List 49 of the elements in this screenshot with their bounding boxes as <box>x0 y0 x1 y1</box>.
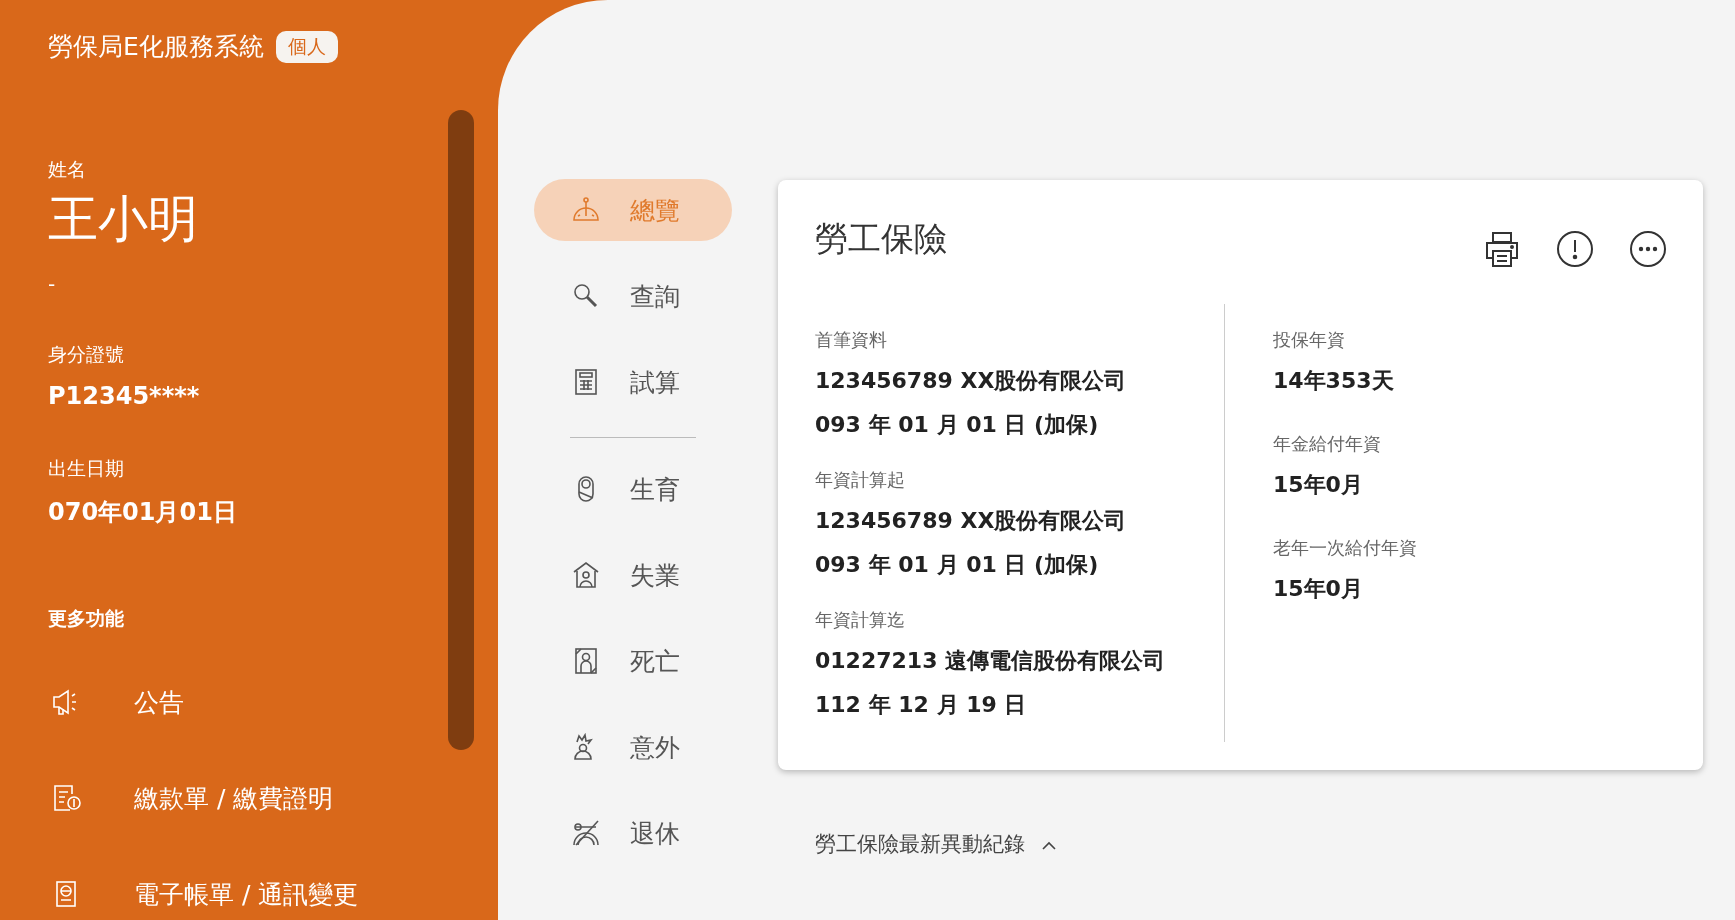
record-value: 01227213 遠傳電信股份有限公司 <box>815 647 1167 675</box>
bill-icon <box>52 784 82 812</box>
record-label: 年金給付年資 <box>1273 432 1382 456</box>
history-link[interactable]: 勞工保險最新異動紀錄 <box>815 830 1025 858</box>
record-label: 首筆資料 <box>815 328 888 352</box>
nav-tab[interactable]: 意外 <box>534 716 732 778</box>
record-value: 093 年 01 月 01 日 (加保) <box>815 411 1100 439</box>
nav-tab[interactable]: 生育 <box>534 458 732 520</box>
section-heading: 更多功能 <box>48 606 125 631</box>
record-value: 15年0月 <box>1273 575 1364 603</box>
record-label: 老年一次給付年資 <box>1273 536 1417 560</box>
house-person-icon <box>572 561 600 589</box>
record-value: 15年0月 <box>1273 471 1364 499</box>
record-value: 093 年 01 月 01 日 (加保) <box>815 551 1100 579</box>
nav-tab[interactable]: 試算 <box>534 351 732 413</box>
chevron-up-icon[interactable] <box>1042 841 1057 851</box>
more-options-icon[interactable] <box>1629 230 1667 268</box>
scrollbar-thumb[interactable] <box>448 110 474 750</box>
record-label: 年資計算迄 <box>815 608 906 632</box>
nav-tab[interactable]: 失業 <box>534 544 732 606</box>
card-title: 勞工保險 <box>815 217 947 260</box>
user-name: 王小明 <box>48 189 199 250</box>
retirement-icon <box>572 819 600 847</box>
portrait-icon <box>572 647 600 675</box>
field-label: 姓名 <box>48 157 87 182</box>
record-label: 投保年資 <box>1273 328 1346 352</box>
nav-tab[interactable]: 查詢 <box>534 265 732 327</box>
field-value: P12345**** <box>48 382 201 410</box>
info-icon[interactable] <box>1556 230 1594 268</box>
more-function-link[interactable]: 電子帳單 / 通訊變更 <box>134 877 359 911</box>
record-value: 123456789 XX股份有限公司 <box>815 507 1128 535</box>
gauge-icon <box>572 196 600 224</box>
account-type-badge: 個人 <box>275 30 338 63</box>
nav-tab[interactable]: 死亡 <box>534 630 732 692</box>
nav-tab[interactable]: 退休 <box>534 802 732 864</box>
more-function-link[interactable]: 公告 <box>134 685 184 719</box>
record-value: 123456789 XX股份有限公司 <box>815 367 1128 395</box>
print-icon[interactable] <box>1483 230 1521 268</box>
field-value: 070年01月01日 <box>48 497 238 528</box>
calculator-icon <box>572 368 600 396</box>
name-note: - <box>48 272 57 296</box>
field-label: 身分證號 <box>48 342 125 367</box>
app-title: 勞保局E化服務系統 <box>48 31 264 63</box>
record-value: 112 年 12 月 19 日 <box>815 691 1028 719</box>
record-label: 年資計算起 <box>815 468 906 492</box>
record-value: 14年353天 <box>1273 367 1395 395</box>
search-icon <box>572 282 600 310</box>
field-label: 出生日期 <box>48 456 125 481</box>
more-function-link[interactable]: 繳款單 / 繳費證明 <box>134 781 334 815</box>
